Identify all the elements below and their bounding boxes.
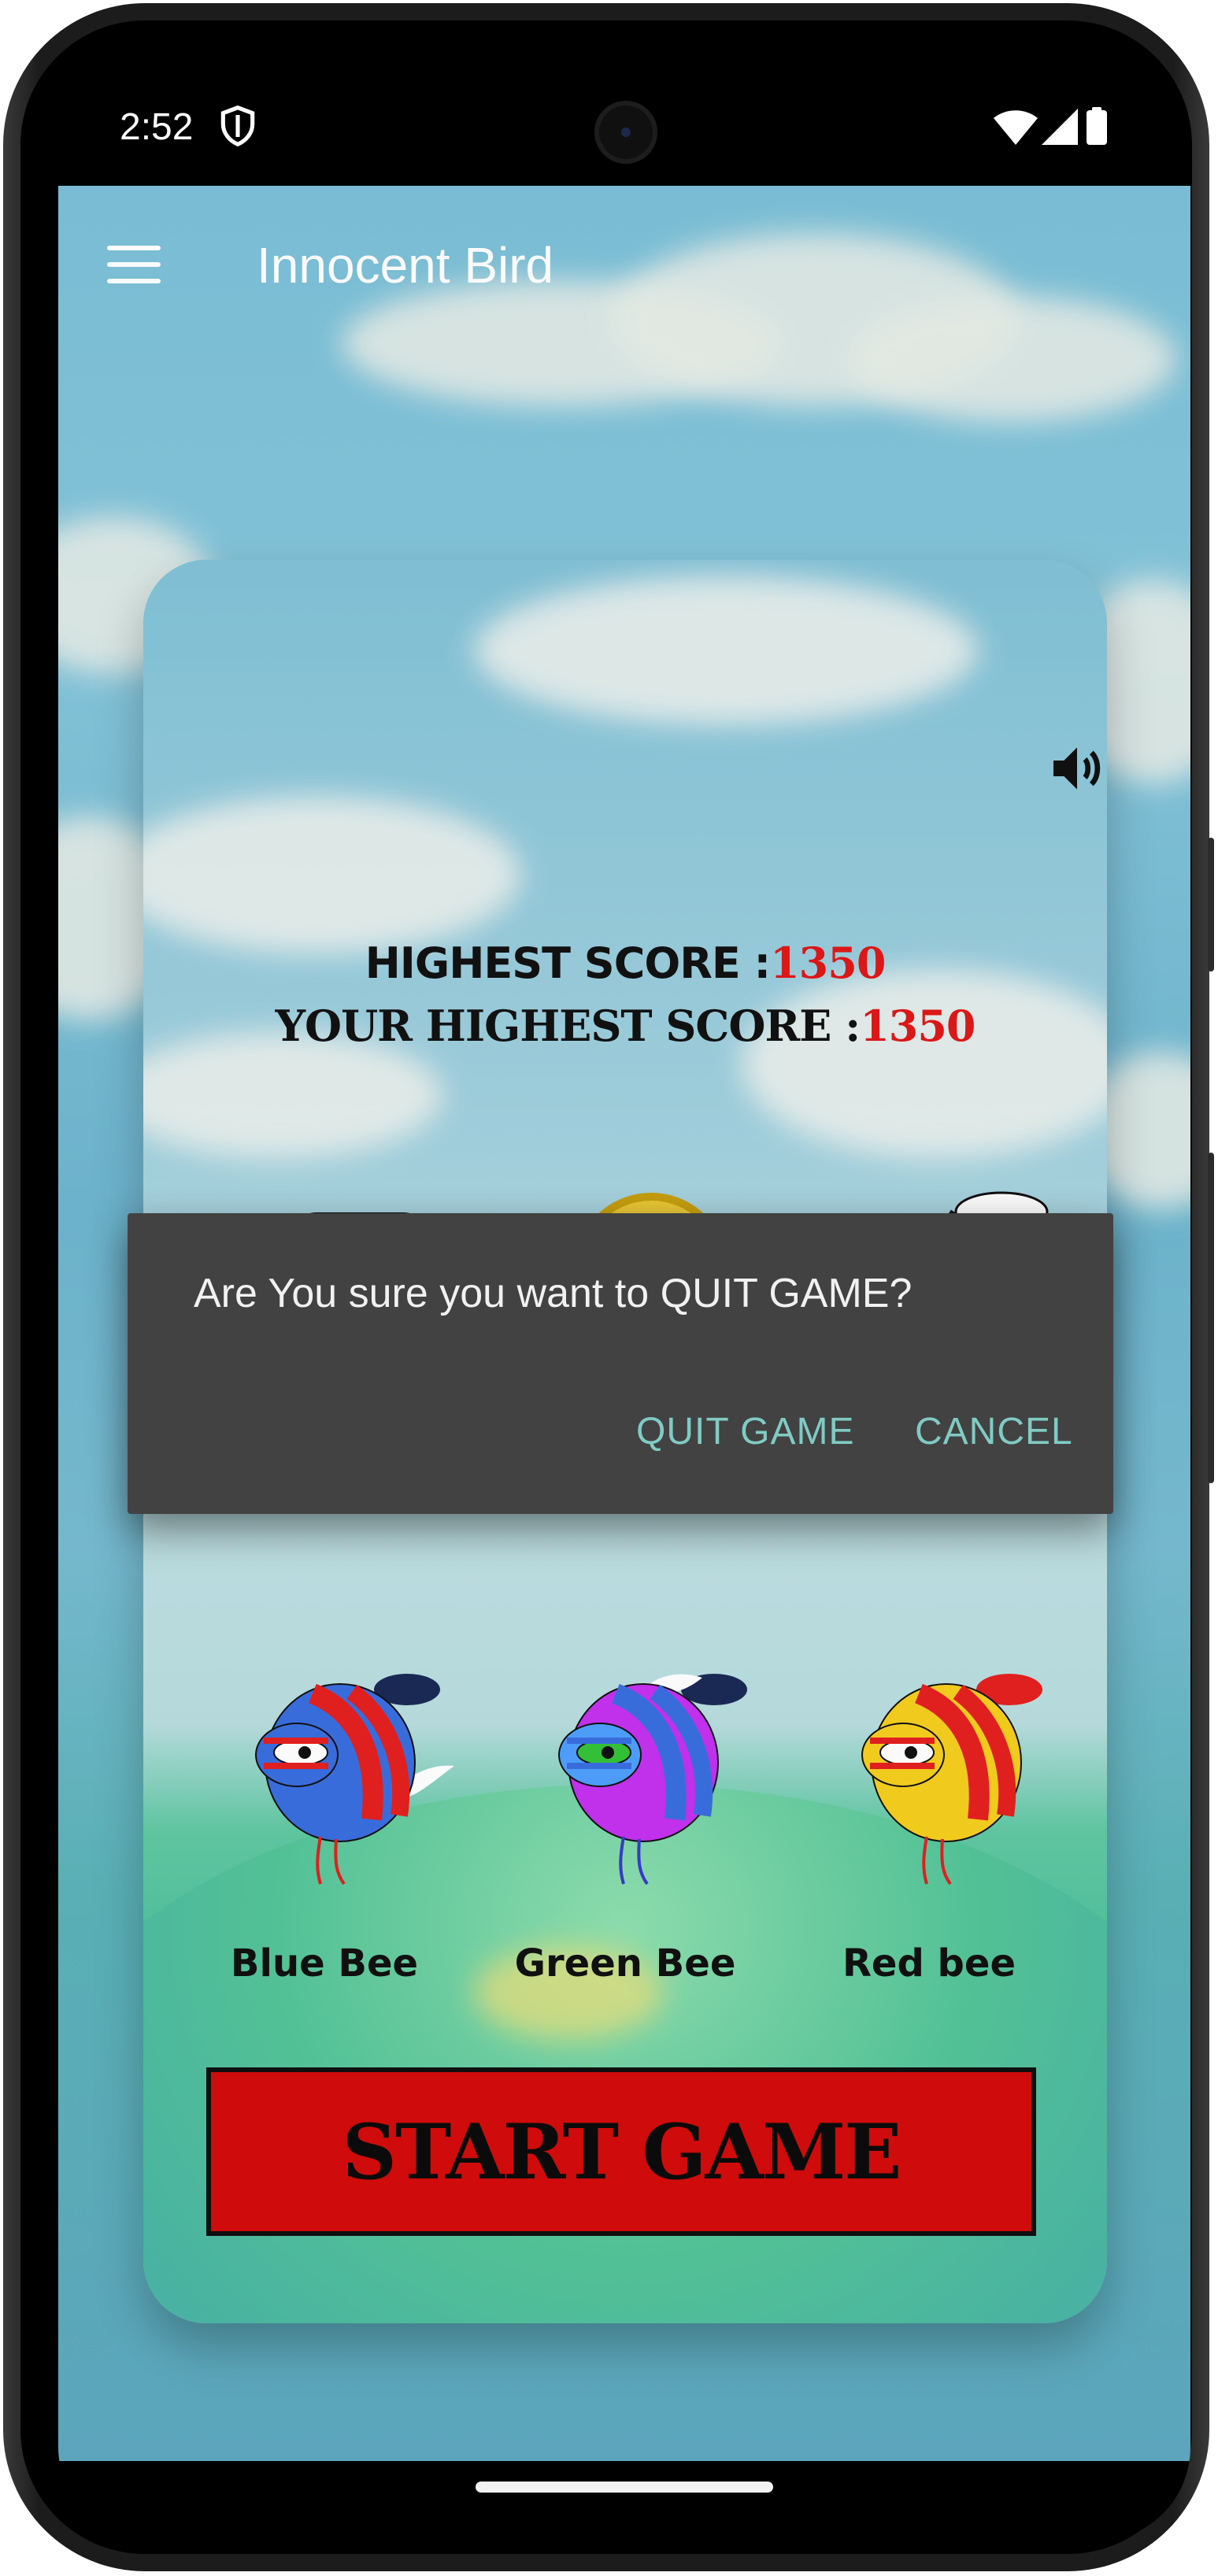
- status-time: 2:52: [120, 106, 194, 148]
- dialog-message: Are You sure you want to QUIT GAME?: [194, 1271, 913, 1316]
- phone-frame: 2:52 Innocent Bird HIGHEST SCORE:1350 Y…: [3, 3, 1214, 2571]
- battery-icon: [1087, 107, 1107, 145]
- power-button: [1208, 838, 1214, 972]
- navigation-bar: [58, 2461, 1190, 2541]
- front-camera: [594, 101, 657, 164]
- app-content: Innocent Bird HIGHEST SCORE :1350 YOUR H…: [58, 186, 1190, 2461]
- cancel-button[interactable]: CANCEL: [915, 1410, 1073, 1453]
- phone-bezel: 2:52 Innocent Bird HIGHEST SCORE:1350 Y…: [20, 20, 1192, 2554]
- status-bar: 2:52: [58, 61, 1190, 186]
- screen: 2:52 Innocent Bird HIGHEST SCORE:1350 Y…: [58, 61, 1190, 2541]
- quit-game-dialog: Are You sure you want to QUIT GAME? QUIT…: [128, 1213, 1113, 1514]
- volume-button: [1208, 1153, 1214, 1483]
- signal-icon: [1042, 109, 1078, 145]
- wifi-icon: [994, 110, 1038, 145]
- home-gesture-handle[interactable]: [476, 2482, 773, 2493]
- quit-game-button[interactable]: QUIT GAME: [636, 1410, 854, 1453]
- shield-icon: [220, 105, 255, 147]
